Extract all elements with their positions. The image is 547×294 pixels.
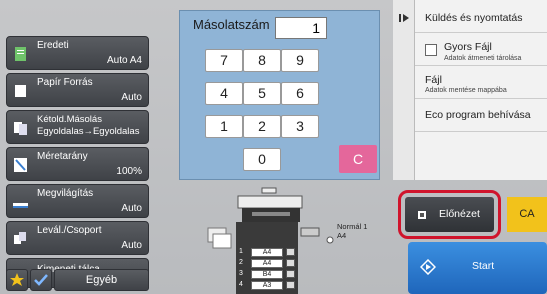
key-6[interactable]: 6 xyxy=(281,82,319,105)
copies-display: 1 xyxy=(275,17,327,39)
machine-preview: 1 A4 2 A4 3 B4 4 A3 Normál 1 A4 xyxy=(200,182,390,294)
duplex-label: Kétold.Másolás xyxy=(37,114,102,125)
quick-file-checkbox[interactable] xyxy=(425,44,437,56)
preview-icon xyxy=(418,211,426,219)
key-0[interactable]: 0 xyxy=(243,148,281,171)
check-icon xyxy=(34,274,48,286)
duplex-value: Egyoldalas→Egyoldalas xyxy=(37,126,140,137)
start-button[interactable]: Start xyxy=(408,242,547,294)
output-size: A4 xyxy=(337,231,347,240)
key-8[interactable]: 8 xyxy=(243,49,281,72)
pointer-icon xyxy=(326,236,334,244)
duplex-copy-button[interactable]: Kétold.Másolás Egyoldalas→Egyoldalas xyxy=(6,110,149,144)
send-and-print-item[interactable]: Küldés és nyomtatás xyxy=(415,0,547,33)
document-icon xyxy=(15,47,26,61)
clear-button[interactable]: C xyxy=(339,145,377,173)
clear-all-button[interactable]: CA xyxy=(507,197,547,232)
paper-icon xyxy=(15,85,26,97)
duplex-icon xyxy=(14,122,27,135)
exposure-button[interactable]: Megvilágítás Auto xyxy=(6,184,149,218)
key-3[interactable]: 3 xyxy=(281,115,319,138)
sort-group-button[interactable]: Levál./Csoport Auto xyxy=(6,221,149,255)
tray-1[interactable]: 1 A4 xyxy=(239,248,297,258)
tray-paper-icon xyxy=(286,270,295,278)
zoom-icon xyxy=(14,158,27,172)
tray-paper-icon xyxy=(286,281,295,289)
exposure-icon xyxy=(13,203,28,208)
key-7[interactable]: 7 xyxy=(205,49,243,72)
paper-source-button[interactable]: Papír Forrás Auto xyxy=(6,73,149,107)
favorite-button[interactable] xyxy=(6,269,28,291)
ratio-button[interactable]: Méretarány 100% xyxy=(6,147,149,181)
preview-button[interactable]: Előnézet xyxy=(405,197,494,232)
tray-3[interactable]: 3 B4 xyxy=(239,270,297,280)
quick-file-item[interactable]: Gyors Fájl Adatok átmeneti tárolása xyxy=(415,33,547,66)
output-label: Normál 1 xyxy=(337,222,368,231)
other-button[interactable]: Egyéb xyxy=(54,269,149,291)
expand-tab[interactable] xyxy=(393,0,415,180)
tray-paper-icon xyxy=(286,248,295,256)
key-5[interactable]: 5 xyxy=(243,82,281,105)
play-icon xyxy=(399,14,409,22)
star-icon xyxy=(10,273,24,286)
eco-program-item[interactable]: Eco program behívása xyxy=(415,99,547,132)
key-4[interactable]: 4 xyxy=(205,82,243,105)
file-item[interactable]: Fájl Adatok mentése mappába xyxy=(415,66,547,99)
start-icon xyxy=(420,259,436,275)
tray-4[interactable]: 4 A3 xyxy=(239,281,297,291)
bottom-toolbar: Egyéb xyxy=(6,269,149,291)
original-setting-button[interactable]: Eredeti Auto A4 xyxy=(6,36,149,70)
tray-paper-icon xyxy=(286,259,295,267)
tray-2[interactable]: 2 A4 xyxy=(239,259,297,269)
copies-label: Másolatszám xyxy=(193,17,270,32)
check-button[interactable] xyxy=(30,269,52,291)
key-2[interactable]: 2 xyxy=(243,115,281,138)
sort-icon xyxy=(14,232,26,244)
key-1[interactable]: 1 xyxy=(205,115,243,138)
key-9[interactable]: 9 xyxy=(281,49,319,72)
copy-count-keypad: Másolatszám 1 7 8 9 4 5 6 1 2 3 0 C xyxy=(179,10,380,180)
